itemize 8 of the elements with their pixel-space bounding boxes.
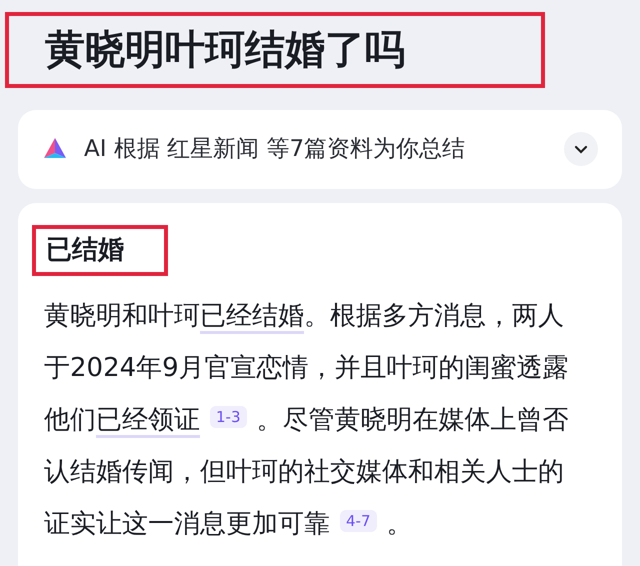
- ai-summary-label: AI 根据 红星新闻 等7篇资料为你总结: [84, 135, 466, 164]
- ai-summary-bar[interactable]: AI 根据 红星新闻 等7篇资料为你总结: [18, 110, 622, 188]
- query-title: 黄晓明叶珂结婚了吗: [45, 26, 406, 74]
- citation-link[interactable]: 1-3: [210, 406, 246, 428]
- citation-link[interactable]: 4-7: [340, 510, 376, 532]
- expand-button[interactable]: [564, 132, 598, 166]
- answer-heading: 已结婚: [46, 234, 124, 266]
- answer-paragraph: 黄晓明和叶珂已经结婚。根据多方消息，两人于2024年9月官宣恋情，并且叶珂的闺蜜透露他们已经领证 1-3 。尽管黄晓明在媒体上曾否认结婚传闻，但叶珂的社交媒体和相关人士的证实让这一消息更加可靠 4-7 。: [44, 300, 570, 541]
